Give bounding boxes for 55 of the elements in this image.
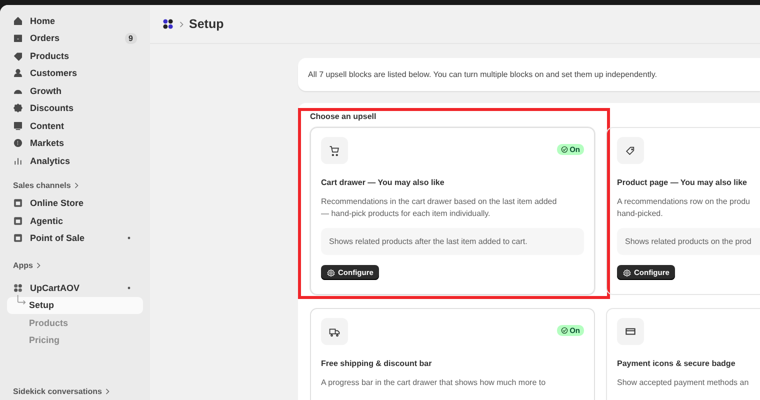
card-title: Product page — You may also like bbox=[617, 178, 748, 187]
tag-icon bbox=[13, 50, 23, 61]
chevron-icon bbox=[104, 388, 110, 394]
connector-icon bbox=[16, 294, 27, 306]
app-icon bbox=[13, 282, 23, 293]
settings-icon bbox=[623, 268, 631, 276]
section-title: Choose an upsell bbox=[310, 112, 378, 121]
nav-item[interactable]: Agentic bbox=[7, 212, 143, 230]
nav-item[interactable]: Orders 9 bbox=[7, 30, 143, 47]
note-text: Shows related products on the prod bbox=[625, 237, 752, 246]
nav-item[interactable]: Home bbox=[7, 12, 143, 30]
truck-icon bbox=[329, 326, 340, 337]
section-heading: Sidekick conversations bbox=[13, 386, 102, 396]
card-description: — hand-pick products for each item individually. bbox=[321, 208, 492, 220]
inbox-icon bbox=[13, 33, 23, 44]
card-description: Show accepted payment methods an bbox=[617, 377, 750, 389]
credit-card-icon bbox=[625, 326, 636, 337]
card-description: Recommendations in the cart drawer based on the last item added bbox=[321, 196, 558, 208]
settings-icon bbox=[327, 268, 335, 276]
nav-item[interactable]: Growth bbox=[7, 82, 143, 100]
check-circle-icon bbox=[560, 327, 568, 334]
nav-item[interactable]: Markets bbox=[7, 134, 143, 152]
nav-item[interactable]: Point of Sale bbox=[7, 230, 143, 247]
card-title: Cart drawer — You may also like bbox=[321, 178, 446, 187]
count-badge: 9 bbox=[124, 32, 137, 44]
intro-text: All 7 upsell blocks are listed below. You can turn multiple blocks on and set them up independently. bbox=[308, 70, 657, 79]
section-heading: Sales channels bbox=[13, 181, 71, 190]
check-circle-icon bbox=[560, 146, 568, 153]
card-description: A progress bar in the cart drawer that shows how much more to bbox=[321, 377, 547, 389]
nav-item[interactable]: Customers bbox=[7, 64, 143, 82]
breadcrumb-chevron-icon bbox=[179, 20, 184, 28]
discount-icon bbox=[13, 103, 23, 114]
cart-icon bbox=[329, 145, 340, 156]
nav-item[interactable]: Discounts bbox=[7, 100, 143, 117]
home-icon bbox=[13, 16, 23, 26]
app-logo-icon bbox=[162, 18, 174, 30]
app-item[interactable]: UpCartAOV bbox=[7, 279, 143, 296]
chevron-icon bbox=[36, 262, 41, 268]
nav-item[interactable]: Analytics bbox=[7, 152, 143, 170]
image-icon bbox=[13, 120, 23, 131]
page-title: Setup bbox=[189, 17, 224, 31]
nav-item[interactable]: Products bbox=[7, 47, 143, 64]
bar-chart-icon bbox=[13, 156, 23, 166]
nav-item[interactable]: Online Store bbox=[7, 194, 143, 212]
card-title: Free shipping & discount bar bbox=[321, 359, 433, 368]
chevron-icon bbox=[74, 182, 79, 189]
card-description: hand-picked. bbox=[617, 208, 664, 220]
person-icon bbox=[13, 68, 23, 78]
nav-item[interactable]: Content bbox=[7, 117, 143, 134]
card-description: A recommendations row on the produ bbox=[617, 196, 751, 208]
sub-nav-item[interactable]: Setup bbox=[7, 296, 143, 314]
note-text: Shows related products after the last item added to cart. bbox=[329, 237, 528, 246]
card-title: Payment icons & secure badge bbox=[617, 359, 736, 368]
tag-icon bbox=[625, 145, 636, 156]
section-heading: Apps bbox=[13, 260, 33, 270]
